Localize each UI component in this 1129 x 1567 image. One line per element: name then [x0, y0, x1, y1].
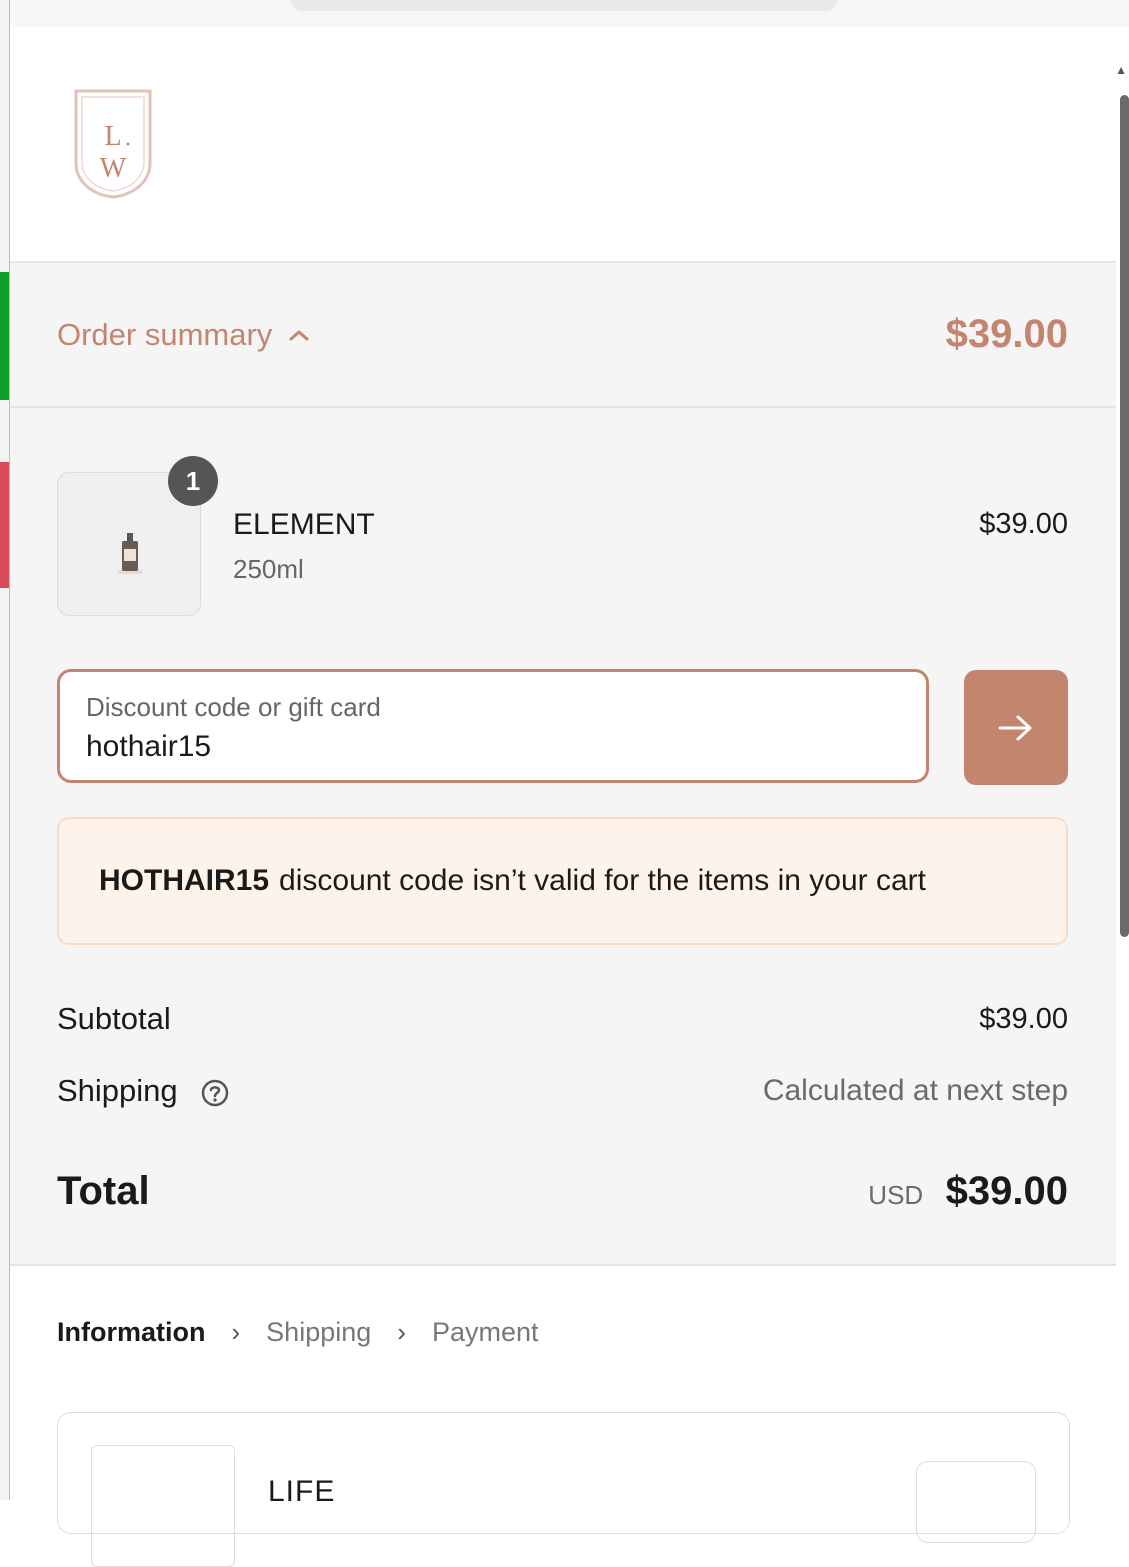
- subtotal-value: $39.00: [979, 1002, 1068, 1035]
- checkout-header: L W: [10, 27, 1116, 263]
- upsell-product-card: LIFE: [57, 1412, 1070, 1567]
- background-window-green-block: [0, 272, 9, 400]
- question-circle-icon[interactable]: [200, 1078, 230, 1108]
- chevron-up-icon: [289, 330, 309, 340]
- browser-top-bar: [10, 0, 1129, 28]
- discount-error-banner: HOTHAIR15 discount code isn’t valid for …: [57, 817, 1068, 945]
- brand-logo[interactable]: L W: [72, 87, 154, 199]
- product-bottle-image: [118, 533, 142, 574]
- breadcrumb: Information › Shipping › Payment: [57, 1317, 539, 1348]
- breadcrumb-information[interactable]: Information: [57, 1317, 206, 1348]
- discount-code-field[interactable]: Discount code or gift card hothair15: [57, 669, 929, 783]
- scroll-up-arrow-icon[interactable]: ▲: [1115, 63, 1127, 77]
- shipping-value: Calculated at next step: [762, 1074, 1068, 1107]
- upsell-add-button[interactable]: [916, 1461, 1036, 1543]
- subtotal-label: Subtotal: [57, 1001, 171, 1036]
- page-scrollbar[interactable]: ▲: [1115, 27, 1129, 1500]
- quantity-badge: 1: [168, 456, 218, 506]
- logo-letter-top: L: [104, 121, 121, 152]
- breadcrumb-shipping: Shipping: [266, 1317, 372, 1347]
- order-summary-label: Order summary: [57, 316, 273, 352]
- order-summary-toggle[interactable]: Order summary $39.00: [10, 263, 1116, 408]
- logo-letter-bottom: W: [100, 153, 127, 184]
- subtotal-row: Subtotal $39.00: [57, 1001, 1068, 1037]
- product-price: $39.00: [979, 508, 1068, 540]
- cart-line-item: 1 ELEMENT 250ml $39.00: [57, 456, 1068, 617]
- product-name: ELEMENT: [233, 508, 375, 541]
- order-summary-toggle-label-group[interactable]: Order summary: [57, 317, 310, 353]
- upsell-product-name: LIFE: [268, 1475, 336, 1508]
- discount-code-value[interactable]: hothair15: [86, 730, 211, 764]
- product-thumbnail: 1: [57, 456, 218, 616]
- error-message: discount code isn’t valid for the items …: [279, 864, 926, 897]
- chevron-right-icon: ›: [231, 1317, 241, 1347]
- background-window-edge: [0, 0, 10, 1500]
- arrow-right-icon: [998, 715, 1032, 740]
- background-window-red-block: [0, 462, 9, 588]
- total-currency: USD: [868, 1180, 924, 1210]
- shipping-row: Shipping Calculated at next step: [57, 1073, 1068, 1109]
- breadcrumb-payment: Payment: [431, 1317, 539, 1347]
- checkout-page: L W Order summary $39.00 1 ELEMENT 250ml…: [10, 27, 1116, 1567]
- total-label: Total: [57, 1169, 150, 1213]
- discount-code-label: Discount code or gift card: [86, 692, 381, 722]
- shipping-label: Shipping: [57, 1073, 178, 1108]
- chevron-right-icon: ›: [397, 1317, 406, 1347]
- upsell-product-image: [91, 1445, 235, 1567]
- apply-discount-button[interactable]: [964, 670, 1068, 785]
- total-row: Total USD $39.00: [57, 1169, 1068, 1214]
- product-variant: 250ml: [233, 554, 304, 584]
- order-summary-total: $39.00: [945, 312, 1068, 356]
- error-discount-code: HOTHAIR15: [99, 864, 270, 897]
- address-bar[interactable]: [290, 0, 838, 11]
- scrollbar-thumb[interactable]: [1120, 95, 1129, 937]
- total-amount: $39.00: [945, 1169, 1068, 1213]
